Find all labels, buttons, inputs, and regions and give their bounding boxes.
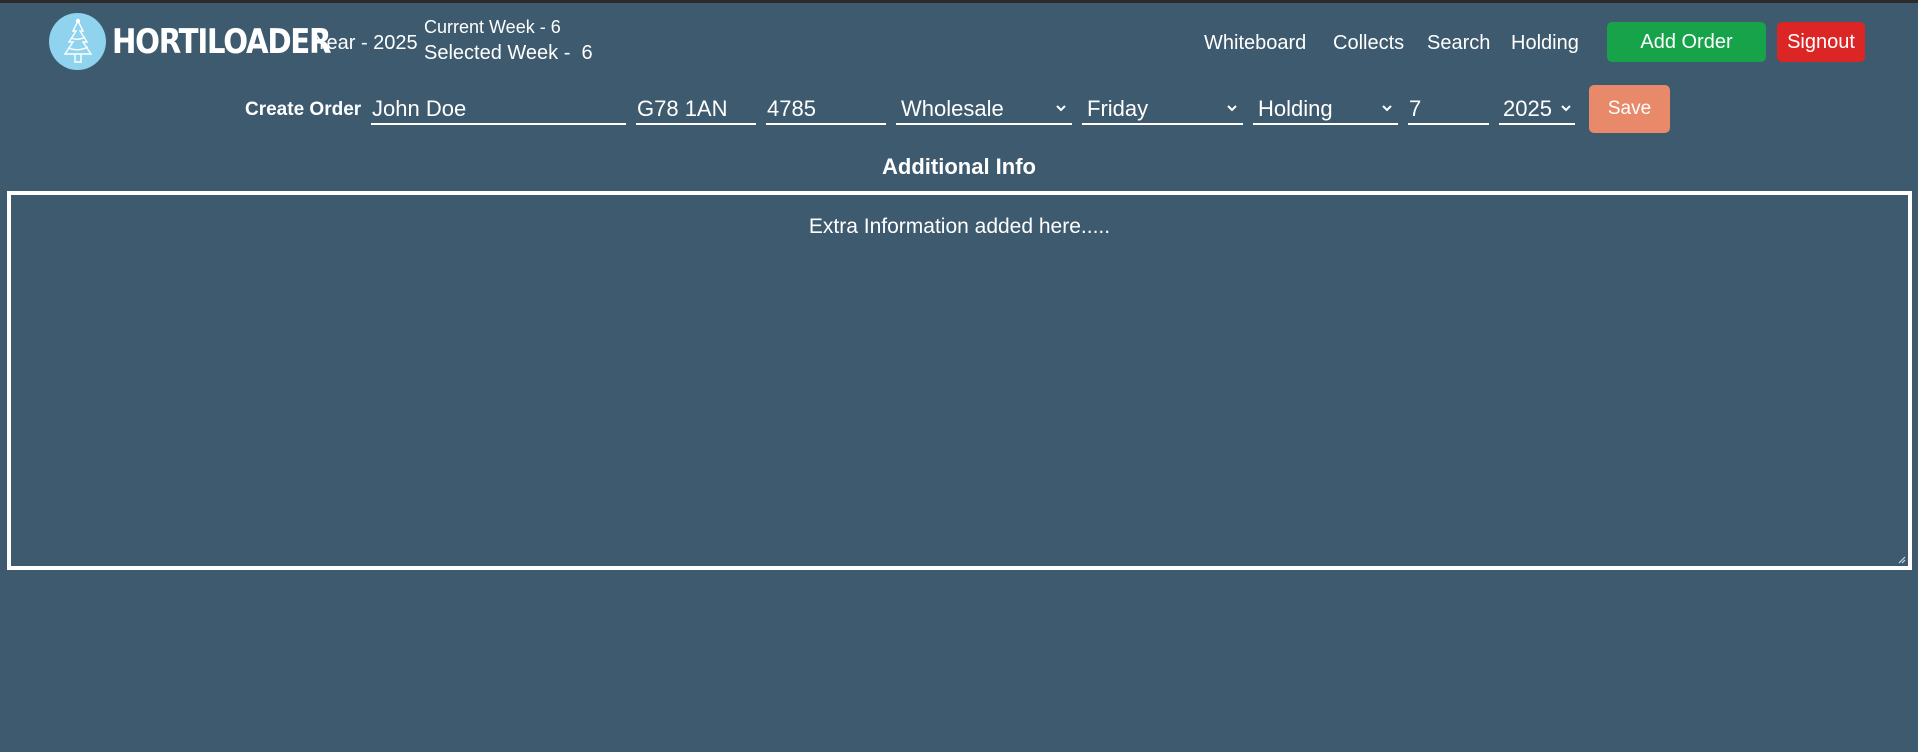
chevron-down-icon [1382,105,1392,112]
chevron-down-icon [1561,105,1571,112]
add-order-button[interactable]: Add Order [1607,22,1766,62]
chevron-down-icon [1056,105,1066,112]
year-indicator: Year - 2025 [315,32,418,54]
create-order-label: Create Order [245,99,362,120]
week-input[interactable]: 7 [1408,92,1489,125]
resize-handle-icon[interactable] [1896,554,1906,564]
day-select[interactable]: Friday [1082,92,1243,125]
week-info: Current Week - 6 Selected Week - 6 [424,16,593,68]
nav-holding[interactable]: Holding [1511,32,1579,55]
signout-button[interactable]: Signout [1777,22,1865,62]
customer-name-input[interactable]: John Doe [371,92,626,125]
save-button[interactable]: Save [1589,85,1670,133]
current-week-text: Current Week - 6 [424,17,561,37]
year-value: 2025 [1503,96,1552,121]
status-value: Holding [1258,96,1333,121]
additional-info-heading: Additional Info [882,154,1036,179]
day-value: Friday [1087,96,1149,121]
chevron-down-icon [1227,105,1237,112]
order-type-select[interactable]: Wholesale [896,92,1072,125]
postcode-value: G78 1AN [637,96,728,121]
tree-logo-icon [49,13,106,70]
additional-info-textarea[interactable]: Extra Information added here..... [7,191,1912,570]
year-select[interactable]: 2025 [1499,92,1575,125]
week-value: 7 [1409,96,1422,121]
nav-collects[interactable]: Collects [1333,32,1404,55]
app-name: HORTILOADER [112,21,332,62]
status-select[interactable]: Holding [1253,92,1398,125]
nav-whiteboard[interactable]: Whiteboard [1204,32,1306,55]
number-input[interactable]: 4785 [766,92,886,125]
selected-week-text: Selected Week - 6 [424,42,593,64]
order-type-value: Wholesale [901,96,1004,121]
postcode-input[interactable]: G78 1AN [636,92,756,125]
nav-search[interactable]: Search [1427,32,1490,55]
window-top-border [0,0,1918,3]
customer-name-value: John Doe [372,96,467,121]
number-value: 4785 [767,96,816,121]
additional-info-text: Extra Information added here..... [808,215,1111,238]
